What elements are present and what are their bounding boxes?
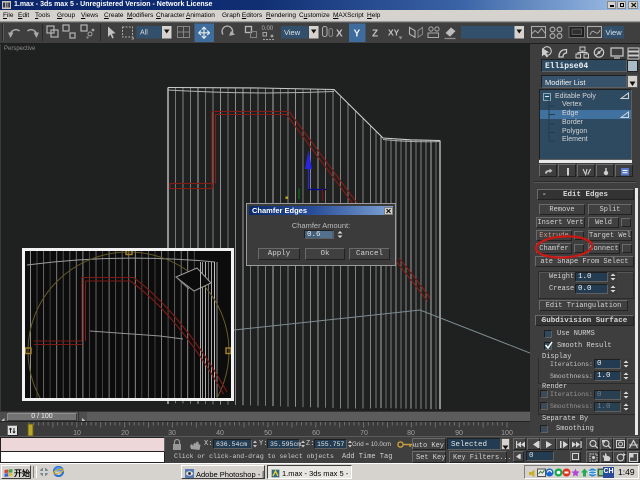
svg-text:All: All (140, 30, 148, 37)
svg-text:X: X (336, 29, 343, 40)
svg-text:Y: Y (354, 29, 361, 40)
svg-text:0.00: 0.00 (262, 26, 274, 32)
svg-text:View: View (606, 28, 623, 37)
svg-text:XY: XY (388, 28, 400, 38)
svg-text:View: View (284, 28, 301, 37)
svg-text:Z: Z (372, 29, 378, 40)
